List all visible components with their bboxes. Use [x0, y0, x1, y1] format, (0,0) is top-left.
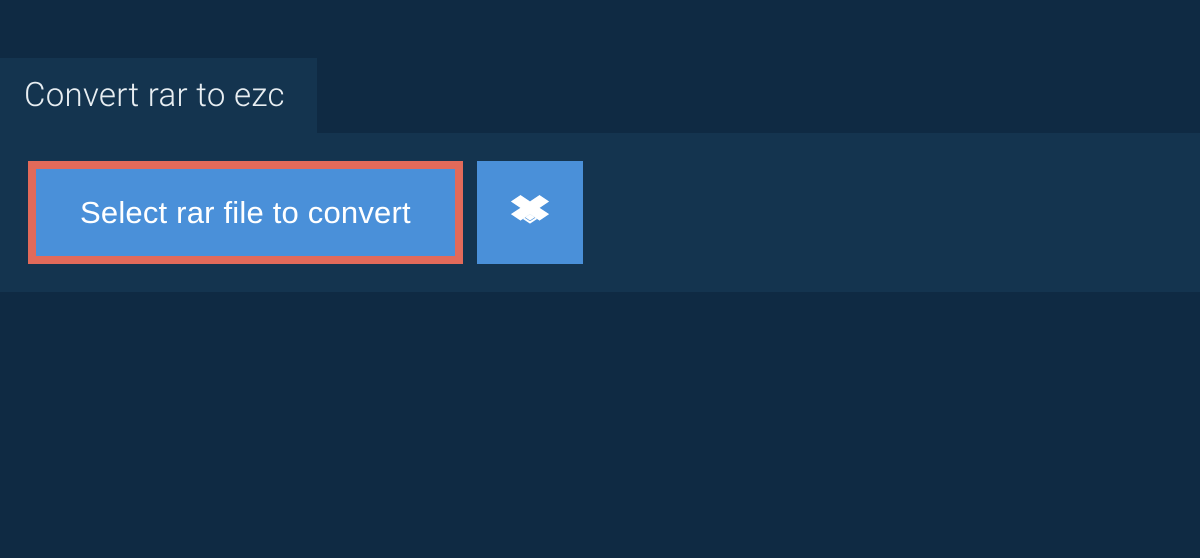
select-file-label: Select rar file to convert: [80, 197, 411, 228]
dropbox-button[interactable]: [477, 161, 583, 264]
dropbox-icon: [511, 192, 549, 233]
convert-panel: Select rar file to convert: [0, 133, 1200, 292]
tab-title: Convert rar to ezc: [24, 76, 285, 115]
select-file-highlight: Select rar file to convert: [28, 161, 463, 264]
select-file-button[interactable]: Select rar file to convert: [36, 169, 455, 256]
tab-convert[interactable]: Convert rar to ezc: [0, 58, 317, 133]
